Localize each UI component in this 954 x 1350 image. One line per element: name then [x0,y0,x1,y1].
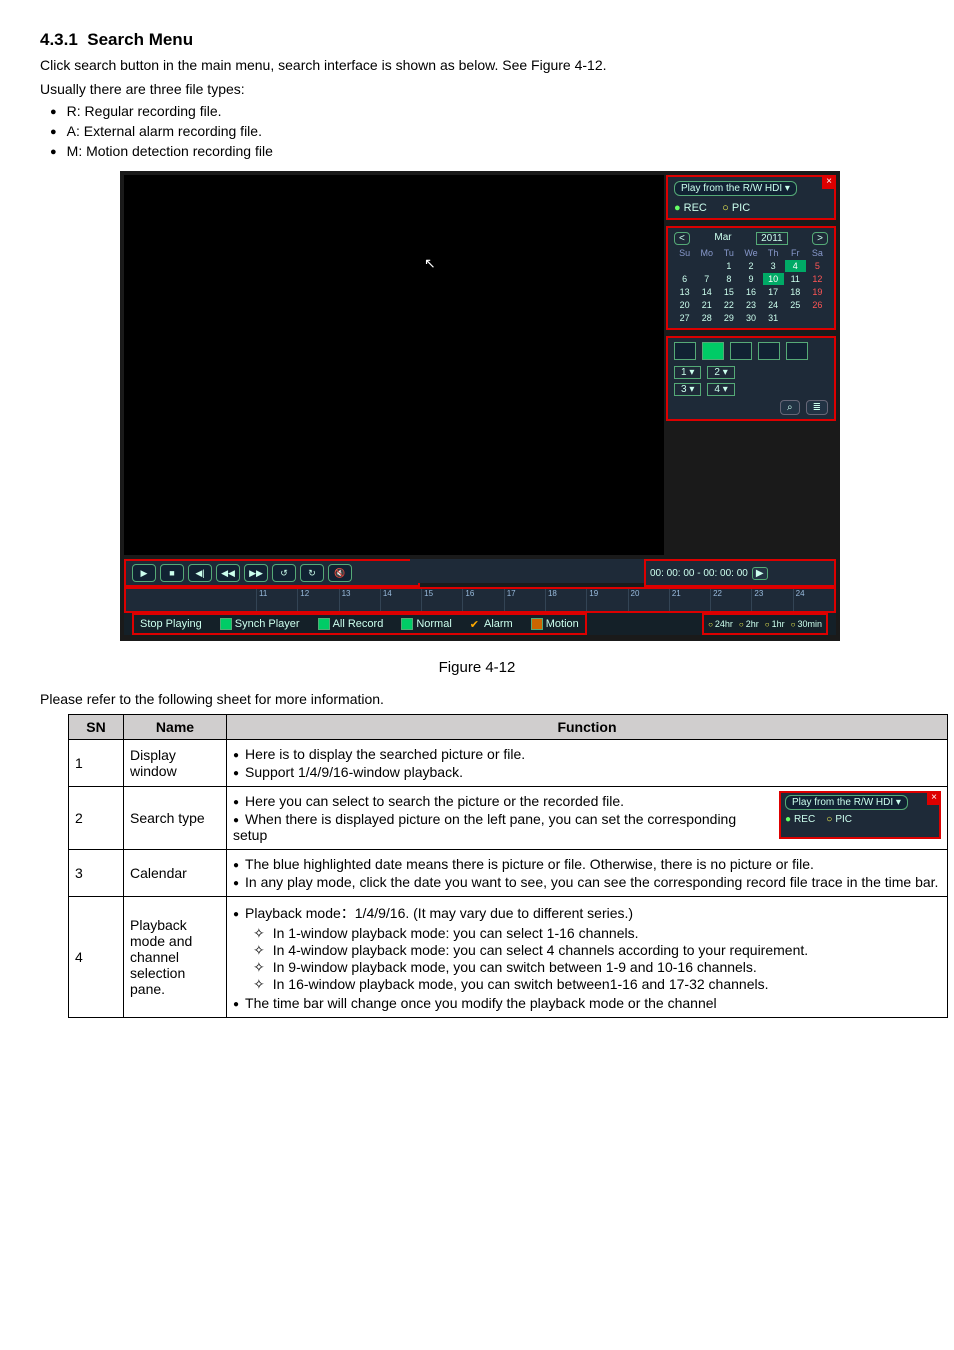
info-table: SN Name Function 1 Display window Here i… [68,714,948,1018]
calendar-panel: < Mar 2011 > SuMoTuWeThFrSa1234567891011… [666,226,836,330]
slow-icon[interactable]: ↺ [272,564,296,582]
row2-fn: × Play from the R/W HDI ▾ REC PIC Here y… [227,786,948,849]
calendar-grid[interactable]: SuMoTuWeThFrSa12345678910111213141516171… [674,247,828,324]
file-type-a: A: External alarm recording file. [50,123,914,139]
figure-caption: Figure 4-12 [40,657,914,678]
forward-icon[interactable]: ▶▶ [244,564,268,582]
mini-dropdown[interactable]: Play from the R/W HDI ▾ [785,795,908,810]
channel-1[interactable]: 1 ▾ [674,366,701,379]
row3-sn: 3 [69,849,124,896]
row3-fn: The blue highlighted date means there is… [227,849,948,896]
normal-checkbox[interactable]: Normal [401,618,451,630]
th-fn: Function [227,714,948,739]
section-title: Search Menu [87,30,193,49]
view-9-icon[interactable] [730,342,752,360]
status-stop: Stop Playing [140,618,202,630]
row4-name: Playback mode and channel selection pane… [124,896,227,1017]
row1-sn: 1 [69,739,124,786]
section-number: 4.3.1 [40,30,78,49]
zoom-scale[interactable]: 24hr 2hr 1hr 30min [702,613,828,635]
stop-icon[interactable]: ■ [160,564,184,582]
time-readout: 00: 00: 00 - 00: 00: 00 [650,568,748,579]
view-4-icon[interactable] [702,342,724,360]
list-button[interactable]: ≣ [806,400,828,415]
cal-prev-icon[interactable]: < [674,232,690,245]
allrec-checkbox[interactable]: All Record [318,618,384,630]
mini-source-panel: × Play from the R/W HDI ▾ REC PIC [779,791,941,839]
fast-icon[interactable]: ↻ [300,564,324,582]
file-type-m: M: Motion detection recording file [50,143,914,159]
intro-p1: Click search button in the main menu, se… [40,56,914,76]
control-gap [410,559,650,583]
th-name: Name [124,714,227,739]
table-intro: Please refer to the following sheet for … [40,690,914,710]
close-icon[interactable]: × [822,175,836,189]
motion-checkbox[interactable]: Motion [531,618,579,630]
intro-p2: Usually there are three file types: [40,80,914,100]
playback-canvas[interactable]: ↖ [124,175,664,555]
row3-name: Calendar [124,849,227,896]
alarm-checkbox[interactable]: ✔Alarm [470,618,513,631]
cal-year[interactable]: 2011 [756,232,788,245]
search-button[interactable]: ⌕ [780,400,800,415]
row2-name: Search type [124,786,227,849]
synch-checkbox[interactable]: Synch Player [220,618,300,630]
channel-2[interactable]: 2 ▾ [707,366,734,379]
channel-4[interactable]: 4 ▾ [707,383,734,396]
row4-sn: 4 [69,896,124,1017]
prev-frame-icon[interactable]: ◀| [188,564,212,582]
view-25-icon[interactable] [786,342,808,360]
cal-next-icon[interactable]: > [812,232,828,245]
playback-controls: ▶ ■ ◀| ◀◀ ▶▶ ↺ ↻ 🔇 [124,559,420,587]
row4-fn: Playback mode：1/4/9/16. (It may vary due… [227,896,948,1017]
cal-month[interactable]: Mar [714,232,731,245]
row1-name: Display window [124,739,227,786]
rec-toggle[interactable]: REC [674,202,707,214]
status-bar: Stop Playing Synch Player All Record Nor… [124,613,836,635]
channel-3[interactable]: 3 ▾ [674,383,701,396]
rewind-icon[interactable]: ◀◀ [216,564,240,582]
row1-fn: Here is to display the searched picture … [227,739,948,786]
play-icon[interactable]: ▶ [132,564,156,582]
mini-pic[interactable]: PIC [826,814,852,825]
view-16-icon[interactable] [758,342,780,360]
th-sn: SN [69,714,124,739]
goto-button[interactable]: ▶ [752,567,768,580]
timeline[interactable]: 1112131415161718192021222324 [124,587,836,613]
source-panel: × Play from the R/W HDI ▾ REC PIC [666,175,836,220]
pic-toggle[interactable]: PIC [722,202,750,214]
screenshot: ↖ × Play from the R/W HDI ▾ REC PIC < Ma… [120,171,840,641]
row2-sn: 2 [69,786,124,849]
cursor-icon: ↖ [424,255,436,272]
mute-icon[interactable]: 🔇 [328,564,352,582]
time-range: 00: 00: 00 - 00: 00: 00 ▶ [644,559,836,587]
file-type-r: R: Regular recording file. [50,103,914,119]
mini-close-icon[interactable]: × [927,791,941,805]
source-dropdown[interactable]: Play from the R/W HDI ▾ [674,181,797,196]
view-channel-panel: 1 ▾ 2 ▾ 3 ▾ 4 ▾ ⌕ ≣ [666,336,836,421]
view-1-icon[interactable] [674,342,696,360]
mini-rec[interactable]: REC [785,814,815,825]
